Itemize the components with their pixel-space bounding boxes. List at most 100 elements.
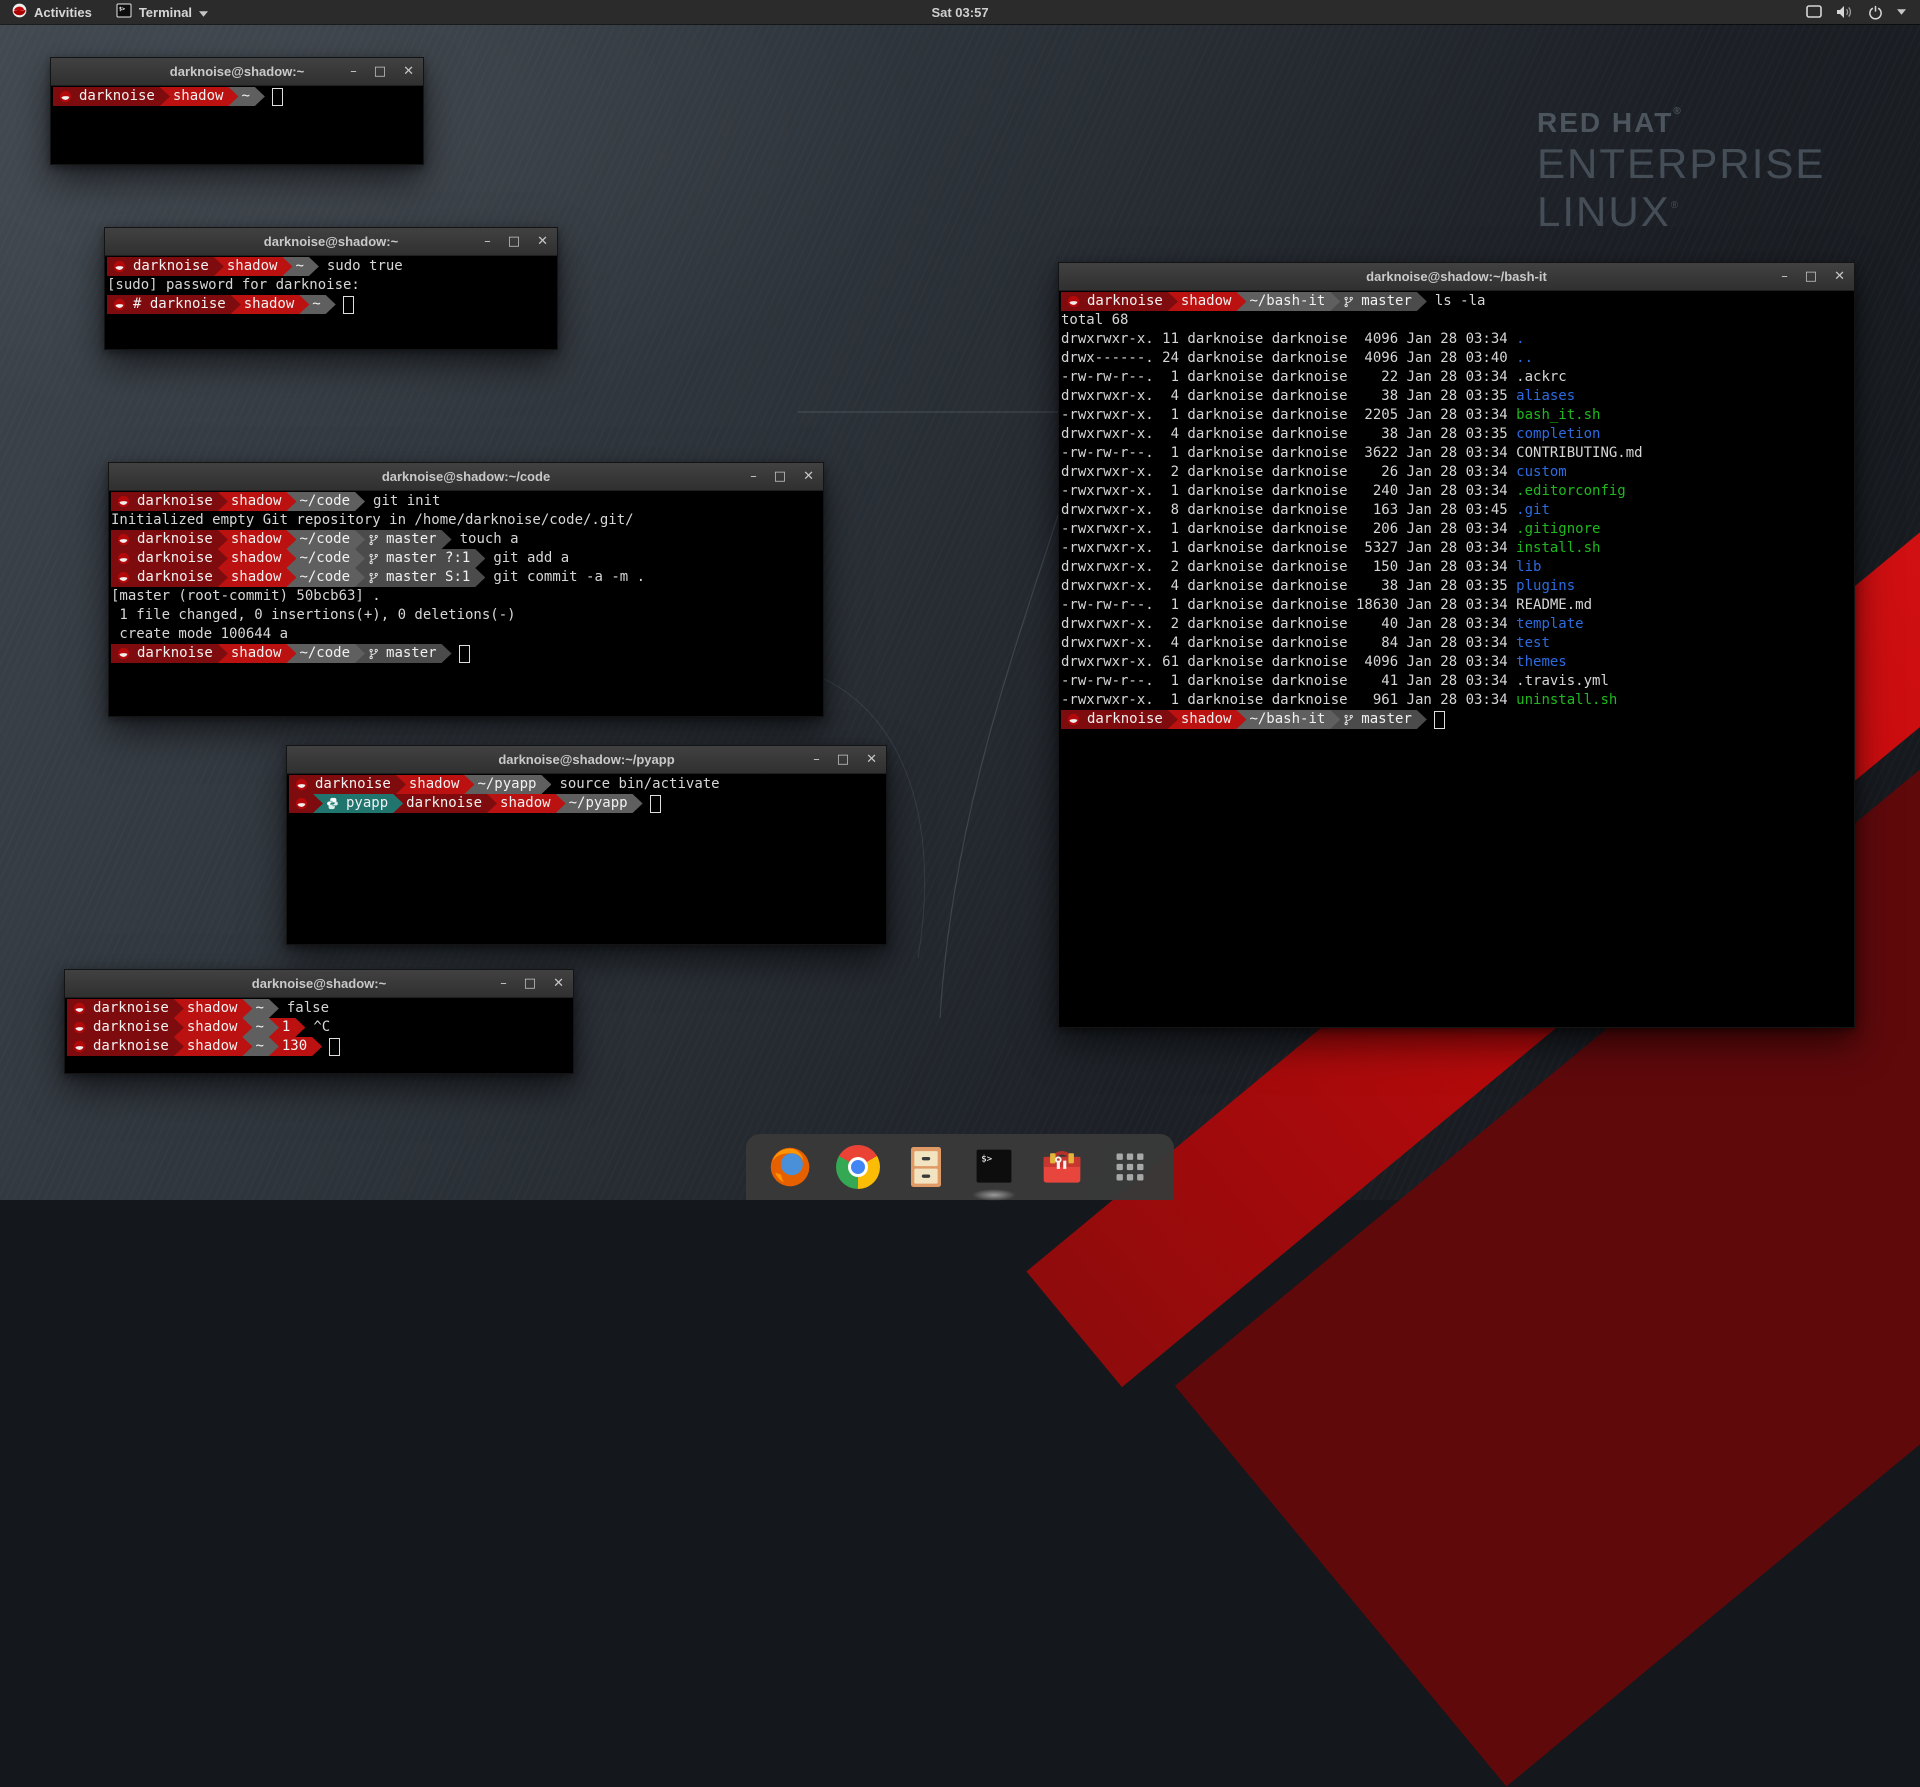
prompt-segment: darknoise — [53, 87, 170, 106]
maximize-button[interactable]: □ — [1805, 270, 1817, 283]
display-icon — [1806, 5, 1822, 19]
prompt-segment: darknoise — [1061, 292, 1178, 311]
maximize-button[interactable]: □ — [774, 470, 786, 483]
prompt-segment: darknoise — [111, 568, 228, 587]
close-button[interactable]: ✕ — [803, 470, 814, 483]
app-grid-icon — [1111, 1148, 1149, 1186]
prompt-segment: darknoise — [67, 1018, 184, 1037]
dock-terminal[interactable]: $> — [970, 1143, 1018, 1191]
output-text: completion — [1516, 425, 1600, 444]
prompt-segment: shadow — [214, 257, 293, 276]
terminal-window-sudo[interactable]: darknoise@shadow:~–□✕darknoiseshadow~sud… — [104, 227, 558, 350]
window-titlebar[interactable]: darknoise@shadow:~– □ ✕ — [65, 970, 573, 998]
maximize-button[interactable]: □ — [524, 977, 536, 990]
close-button[interactable]: ✕ — [1834, 270, 1845, 283]
dock-files[interactable] — [902, 1143, 950, 1191]
clock[interactable]: Sat 03:57 — [931, 5, 988, 20]
dock-toolbox[interactable] — [1038, 1143, 1086, 1191]
fedora-icon — [73, 1021, 86, 1034]
output-text: 1 file changed, 0 insertions(+), 0 delet… — [111, 606, 516, 625]
close-button[interactable]: ✕ — [866, 753, 877, 766]
fedora-icon — [117, 571, 130, 584]
close-button[interactable]: ✕ — [553, 977, 564, 990]
output-text: -rwxrwxr-x. 1 darknoise darknoise 206 Ja… — [1061, 520, 1516, 539]
terminal-line: drwxrwxr-x. 61 darknoise darknoise 4096 … — [1061, 653, 1854, 672]
terminal-line: pyappdarknoiseshadow~/pyapp — [289, 794, 886, 813]
output-text: -rwxrwxr-x. 1 darknoise darknoise 2205 J… — [1061, 406, 1516, 425]
output-text: -rwxrwxr-x. 1 darknoise darknoise 5327 J… — [1061, 539, 1516, 558]
output-text: uninstall.sh — [1516, 691, 1617, 710]
git-branch-icon — [1343, 713, 1354, 727]
terminal-line: darknoiseshadow~/codemaster ?:1git add a — [111, 549, 823, 568]
output-text: README.md — [1516, 596, 1592, 615]
fedora-icon — [117, 495, 130, 508]
window-titlebar[interactable]: darknoise@shadow:~/pyapp–□✕ — [287, 746, 886, 774]
prompt-segment: ~/bash-it — [1236, 710, 1340, 729]
minimize-button[interactable]: – — [1781, 270, 1788, 283]
window-title: darknoise@shadow:~ — [65, 976, 573, 991]
terminal-line: drwxrwxr-x. 4 darknoise darknoise 84 Jan… — [1061, 634, 1854, 653]
activities-button[interactable]: Activities — [0, 0, 104, 24]
prompt-segment: shadow — [487, 794, 566, 813]
prompt-segment: darknoise — [111, 549, 228, 568]
output-text: [master (root-commit) 50bcb63] . — [111, 587, 381, 606]
window-titlebar[interactable]: darknoise@shadow:~/bash-it–□✕ — [1059, 263, 1854, 291]
terminal-window-pyapp[interactable]: darknoise@shadow:~/pyapp–□✕darknoiseshad… — [286, 745, 887, 945]
terminal-body[interactable]: darknoiseshadow~falsedarknoiseshadow~1^C… — [65, 998, 573, 1073]
terminal-body[interactable]: darknoiseshadow~ — [51, 86, 423, 164]
prompt-segment: darknoise — [1061, 710, 1178, 729]
maximize-button[interactable]: □ — [374, 65, 386, 78]
terminal-window-home-small[interactable]: darknoise@shadow:~–□✕darknoiseshadow~ — [50, 57, 424, 165]
prompt-segment: shadow — [218, 492, 297, 511]
caret-down-icon — [1897, 9, 1906, 15]
minimize-button[interactable]: – — [813, 753, 820, 766]
app-menu-terminal[interactable]: $> Terminal — [104, 0, 220, 24]
terminal-body[interactable]: darknoiseshadow~/codegit initInitialized… — [109, 491, 823, 716]
dock-show-applications[interactable] — [1106, 1143, 1154, 1191]
close-button[interactable]: ✕ — [537, 235, 548, 248]
prompt-segment: shadow — [218, 644, 297, 663]
window-title: darknoise@shadow:~/code — [109, 469, 823, 484]
terminal-line: darknoiseshadow~/codemastertouch a — [111, 530, 823, 549]
maximize-button[interactable]: □ — [837, 753, 849, 766]
terminal-window-bash-it[interactable]: darknoise@shadow:~/bash-it–□✕darknoisesh… — [1058, 262, 1855, 1028]
terminal-line: darknoiseshadow~/codemaster — [111, 644, 823, 663]
terminal-body[interactable]: darknoiseshadow~/pyappsource bin/activat… — [287, 774, 886, 944]
terminal-line: -rwxrwxr-x. 1 darknoise darknoise 2205 J… — [1061, 406, 1854, 425]
fedora-icon — [1067, 295, 1080, 308]
terminal-window-exit-codes[interactable]: darknoise@shadow:~– □ ✕ darknoiseshadow~fal… — [64, 969, 574, 1074]
prompt-segment: master — [355, 530, 452, 549]
fedora-icon — [59, 90, 72, 103]
output-text: . — [1516, 330, 1524, 349]
fedora-icon — [295, 797, 308, 810]
window-titlebar[interactable]: darknoise@shadow:~–□✕ — [51, 58, 423, 86]
prompt-segment: ~/bash-it — [1236, 292, 1340, 311]
system-menu[interactable] — [1792, 0, 1920, 24]
prompt-segment: shadow — [1168, 710, 1247, 729]
minimize-button[interactable]: – — [500, 977, 507, 990]
rhel-logo-line1: RED HAT® — [1537, 106, 1825, 139]
output-text: .travis.yml — [1516, 672, 1609, 691]
prompt-segment: shadow — [174, 1037, 253, 1056]
maximize-button[interactable]: □ — [508, 235, 520, 248]
output-text: custom — [1516, 463, 1567, 482]
minimize-button[interactable]: – — [484, 235, 491, 248]
fedora-icon — [117, 647, 130, 660]
output-text: plugins — [1516, 577, 1575, 596]
dock-chrome[interactable] — [834, 1143, 882, 1191]
minimize-button[interactable]: – — [350, 65, 357, 78]
terminal-body[interactable]: darknoiseshadow~sudo true[sudo] password… — [105, 256, 557, 349]
window-titlebar[interactable]: darknoise@shadow:~/code– □ ✕ — [109, 463, 823, 491]
terminal-line: -rwxrwxr-x. 1 darknoise darknoise 961 Ja… — [1061, 691, 1854, 710]
minimize-button[interactable]: – — [750, 470, 757, 483]
terminal-icon: $> — [972, 1145, 1016, 1189]
close-button[interactable]: ✕ — [403, 65, 414, 78]
terminal-body[interactable]: darknoiseshadow~/bash-itmasterls -latota… — [1059, 291, 1854, 1027]
dock-firefox[interactable] — [766, 1143, 814, 1191]
window-titlebar[interactable]: darknoise@shadow:~–□✕ — [105, 228, 557, 256]
terminal-window-code[interactable]: darknoise@shadow:~/code–□✕darknoiseshado… — [108, 462, 824, 717]
power-icon — [1868, 5, 1883, 20]
prompt-segment: ~/pyapp — [464, 775, 551, 794]
output-text: bash_it.sh — [1516, 406, 1600, 425]
output-text: template — [1516, 615, 1583, 634]
